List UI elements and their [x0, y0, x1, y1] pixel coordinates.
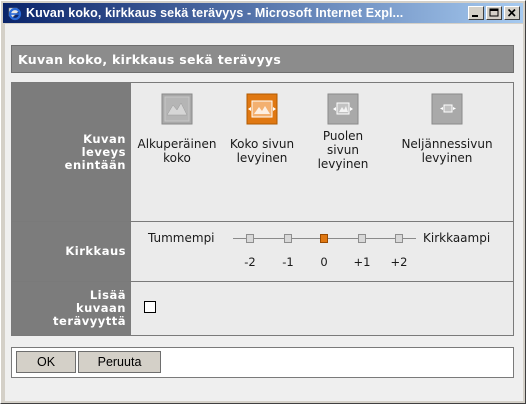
- size-option-label: Neljännessivun levyinen: [401, 137, 493, 165]
- tick-label: 0: [320, 255, 328, 269]
- tick-label: -1: [282, 255, 294, 269]
- size-row: Kuvan leveys enintään Alkuperäinen koko …: [12, 83, 513, 221]
- minimize-icon: [472, 15, 478, 17]
- half-page-width-icon: [327, 93, 359, 125]
- minimize-button[interactable]: [468, 6, 484, 20]
- size-option-original[interactable]: Alkuperäinen koko: [135, 83, 219, 221]
- original-size-icon: [161, 93, 193, 125]
- internet-explorer-icon: [6, 5, 22, 21]
- dialog-content: Kuvan koko, kirkkaus sekä terävyys Kuvan…: [5, 24, 523, 401]
- brighter-label: Kirkkaampi: [423, 231, 491, 245]
- brightness-tick-minus-1[interactable]: [284, 234, 292, 243]
- brightness-tick-minus-2[interactable]: [246, 234, 254, 243]
- brightness-row: Kirkkaus Tummempi Kirkkaampi -2 -1 0 +1 …: [12, 222, 513, 281]
- size-option-full-page[interactable]: Koko sivun levyinen: [219, 83, 305, 221]
- size-option-label: Alkuperäinen koko: [137, 137, 217, 165]
- maximize-icon: [489, 8, 499, 17]
- brightness-tick-plus-1[interactable]: [358, 234, 366, 243]
- settings-form: Kuvan leveys enintään Alkuperäinen koko …: [11, 82, 514, 336]
- tick-label: -2: [244, 255, 256, 269]
- quarter-page-width-icon: [431, 93, 463, 125]
- size-option-quarter-page[interactable]: Neljännessivun levyinen: [383, 83, 511, 221]
- window-title: Kuvan koko, kirkkaus sekä terävyys - Mic…: [26, 6, 404, 20]
- sharpen-checkbox[interactable]: [144, 301, 156, 313]
- close-button[interactable]: [504, 6, 520, 20]
- brightness-slider-area: Tummempi Kirkkaampi -2 -1 0 +1 +2: [133, 222, 513, 281]
- sharpen-row-label: Lisää kuvaan terävyyttä: [12, 282, 131, 335]
- size-option-label: Koko sivun levyinen: [229, 137, 295, 165]
- title-bar: Kuvan koko, kirkkaus sekä terävyys - Mic…: [3, 3, 523, 23]
- sharpen-row: Lisää kuvaan terävyyttä: [12, 282, 513, 335]
- panel-title: Kuvan koko, kirkkaus sekä terävyys: [11, 45, 514, 73]
- size-options: Alkuperäinen koko Koko sivun levyinen Pu…: [133, 83, 513, 221]
- ok-button[interactable]: OK: [16, 351, 76, 373]
- close-icon: [507, 8, 516, 17]
- maximize-button[interactable]: [486, 6, 502, 20]
- size-option-half-page[interactable]: Puolen sivun levyinen: [305, 83, 381, 221]
- full-page-width-icon: [246, 93, 278, 125]
- size-row-label: Kuvan leveys enintään: [12, 83, 131, 221]
- tick-label: +2: [390, 255, 408, 269]
- brightness-tick-plus-2[interactable]: [395, 234, 403, 243]
- tick-label: +1: [353, 255, 371, 269]
- darker-label: Tummempi: [148, 231, 215, 245]
- brightness-tick-0[interactable]: [320, 234, 328, 243]
- sharpen-option-area: [133, 282, 513, 335]
- size-option-label: Puolen sivun levyinen: [317, 129, 369, 171]
- dialog-window: Kuvan koko, kirkkaus sekä terävyys - Mic…: [0, 0, 526, 404]
- brightness-row-label: Kirkkaus: [12, 222, 131, 281]
- cancel-button[interactable]: Peruuta: [78, 351, 161, 373]
- button-bar: OK Peruuta: [11, 347, 514, 378]
